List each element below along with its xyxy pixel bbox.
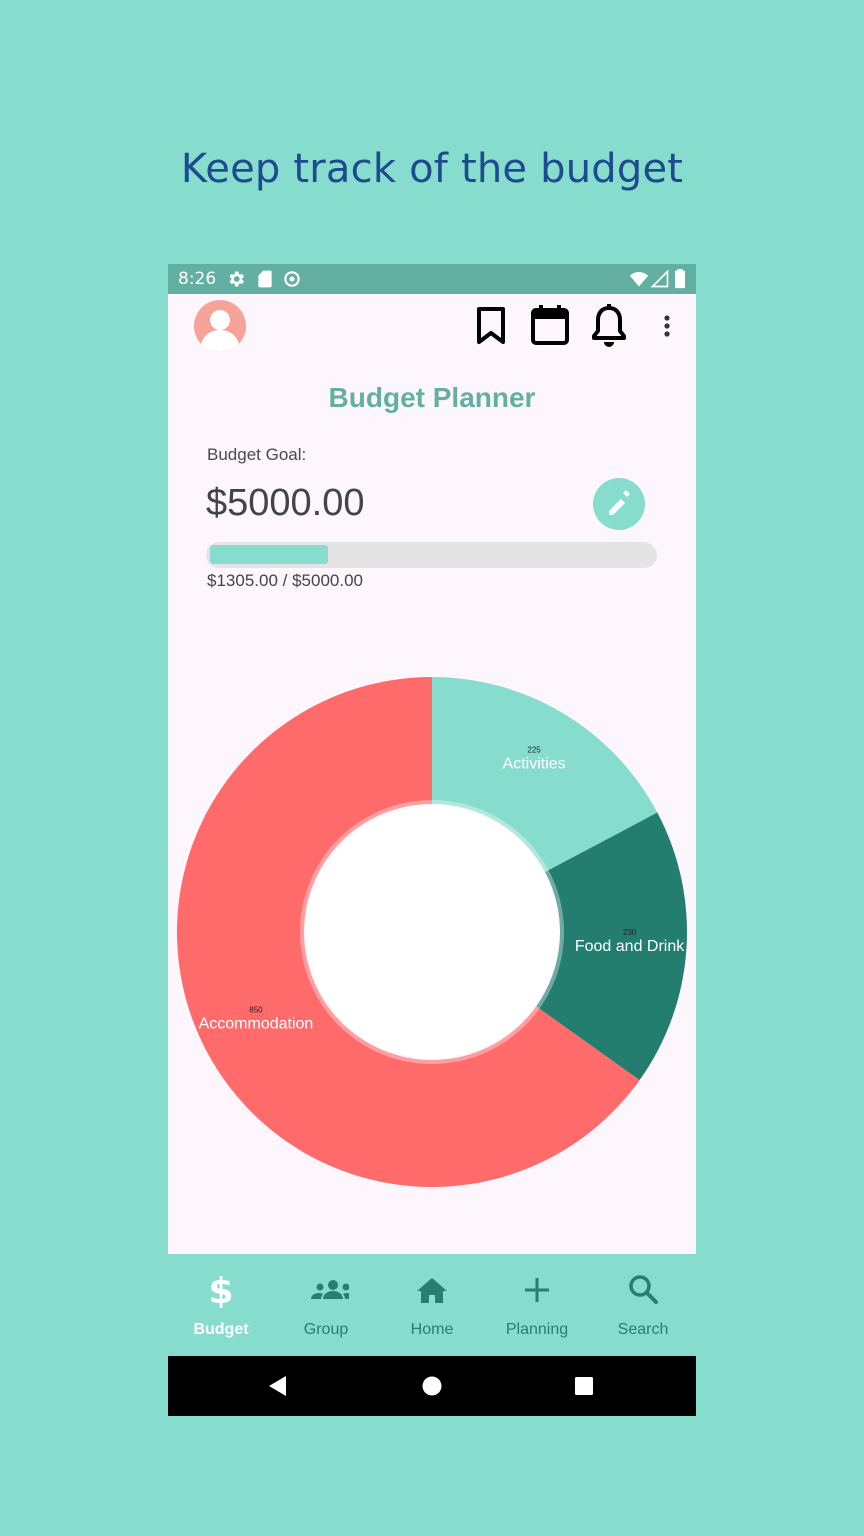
nav-label-group: Group	[303, 1321, 349, 1338]
chart-value-label: 850	[249, 1006, 263, 1015]
wifi-icon	[629, 272, 649, 287]
bottom-navigation: $ Budget Group Home Planning Search	[168, 1254, 696, 1356]
nav-label-planning: Planning	[505, 1321, 569, 1338]
pencil-icon	[609, 490, 630, 515]
group-icon	[311, 1280, 349, 1299]
battery-icon	[675, 269, 685, 289]
budget-goal-label: Budget Goal:	[207, 445, 307, 464]
page-title: Budget Planner	[328, 382, 536, 413]
nav-label-budget: Budget	[193, 1321, 249, 1338]
budget-progress-fill	[210, 545, 328, 564]
avatar[interactable]	[194, 300, 246, 352]
chart-center-hole	[306, 806, 558, 1058]
nav-label-search: Search	[617, 1321, 669, 1338]
chart-category-label: Accommodation	[199, 1016, 314, 1033]
status-bar: 8:26	[168, 264, 696, 294]
nav-item-search[interactable]: Search	[590, 1254, 696, 1356]
settings-icon	[229, 271, 244, 287]
budget-progress-text: $1305.00 / $5000.00	[207, 571, 363, 590]
person-icon	[201, 310, 239, 352]
calendar-icon[interactable]	[530, 304, 570, 346]
nav-item-home[interactable]: Home	[379, 1254, 485, 1356]
nav-item-budget[interactable]: $ Budget	[168, 1254, 274, 1356]
promo-caption: Keep track of the budget	[180, 146, 684, 192]
expense-donut-chart: 225Activities 230Food and Drink 850Accommo…	[177, 677, 687, 1187]
more-vert-icon[interactable]	[661, 314, 673, 340]
recents-icon[interactable]	[572, 1372, 596, 1400]
home-icon	[417, 1278, 447, 1303]
dollar-icon: $	[208, 1272, 233, 1308]
signal-icon	[650, 269, 669, 288]
nav-item-group[interactable]: Group	[273, 1254, 379, 1356]
search-icon	[629, 1275, 658, 1304]
chart-category-label: Food and Drink	[575, 938, 685, 955]
budget-goal-value: $5000.00	[206, 482, 365, 524]
sync-icon	[284, 271, 300, 287]
svg-text:$: $	[208, 1272, 233, 1308]
nav-item-planning[interactable]: Planning	[484, 1254, 590, 1356]
nav-label-home: Home	[410, 1321, 454, 1338]
chart-value-label: 230	[623, 928, 637, 937]
edit-budget-button[interactable]	[593, 478, 645, 530]
bookmark-icon[interactable]	[474, 306, 508, 346]
bell-icon[interactable]	[591, 304, 627, 348]
plus-icon	[525, 1278, 549, 1302]
phone-screen: 8:26 Budget Planner Budget Goal: $5000.0…	[168, 264, 696, 1416]
home-circle-icon[interactable]	[420, 1372, 444, 1400]
sd-card-icon	[258, 270, 272, 288]
chart-value-label: 225	[527, 745, 541, 754]
back-icon[interactable]	[266, 1372, 290, 1400]
system-navigation-bar	[168, 1356, 696, 1416]
budget-progress-bar	[206, 542, 657, 568]
chart-category-label: Activities	[503, 755, 566, 772]
status-time: 8:26	[178, 269, 217, 289]
